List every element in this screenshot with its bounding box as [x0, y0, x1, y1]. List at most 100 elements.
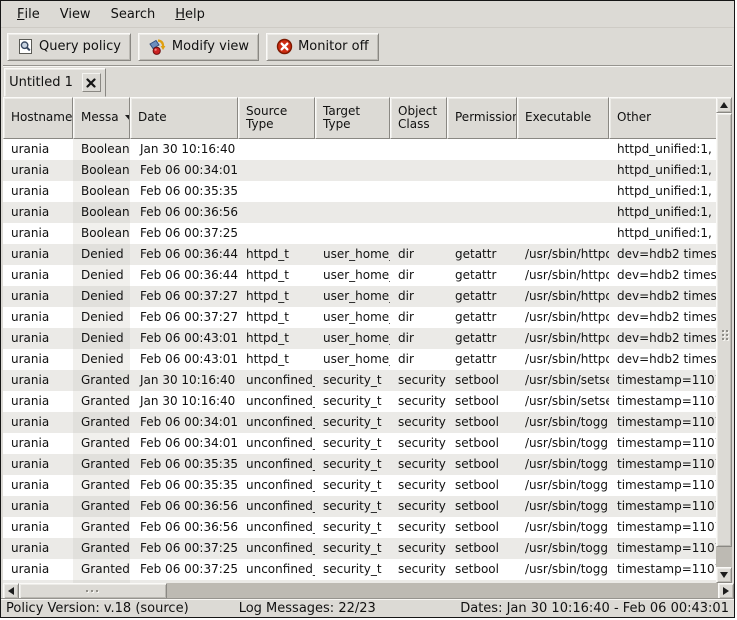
cell-hostname: urania: [3, 181, 73, 202]
cell-message: Granted: [73, 538, 130, 559]
table-row[interactable]: uraniaBooleanFeb 06 00:36:56httpd_unifie…: [3, 202, 720, 223]
app-window: FileViewSearchHelp Query policy: [0, 0, 735, 618]
close-icon: [86, 78, 96, 88]
scroll-left-button[interactable]: [3, 583, 19, 599]
cell-date: Feb 06 00:36:56: [130, 517, 238, 538]
tab-bar: Untitled 1: [1, 67, 734, 97]
cell-executable: /usr/sbin/httpd: [517, 307, 609, 328]
arrow-right-icon: [723, 587, 729, 595]
table-row[interactable]: uraniaGrantedFeb 06 00:34:01unconfined_s…: [3, 412, 720, 433]
table-row[interactable]: uraniaBooleanFeb 06 00:34:01httpd_unifie…: [3, 160, 720, 181]
column-header-message[interactable]: Messa: [73, 97, 130, 139]
column-header-object-class[interactable]: Object Class: [390, 97, 447, 139]
menu-item-help[interactable]: Help: [165, 1, 215, 27]
table-row[interactable]: uraniaGrantedJan 30 10:16:40unconfined_s…: [3, 391, 720, 412]
table-row[interactable]: uraniaDeniedFeb 06 00:37:27httpd_tuser_h…: [3, 307, 720, 328]
cell-source-type: [238, 202, 315, 223]
monitor-off-button[interactable]: Monitor off: [266, 33, 378, 61]
column-header-label: Messa: [81, 111, 119, 125]
thumb-grip-icon: [86, 590, 88, 592]
cell-other: timestamp=11076: [609, 433, 720, 454]
cell-executable: /usr/sbin/toggle: [517, 496, 609, 517]
vertical-scrollbar-thumb[interactable]: [716, 113, 732, 547]
cell-executable: /usr/sbin/httpd: [517, 328, 609, 349]
horizontal-scrollbar[interactable]: [3, 583, 734, 599]
scroll-right-button[interactable]: [718, 583, 734, 599]
cell-source-type: unconfined_: [238, 454, 315, 475]
cell-object-class: security: [390, 454, 447, 475]
table-row[interactable]: uraniaGrantedJan 30 10:16:40unconfined_s…: [3, 370, 720, 391]
tab-untitled-1[interactable]: Untitled 1: [4, 68, 106, 97]
cell-message: Granted: [73, 391, 130, 412]
cell-source-type: httpd_t: [238, 349, 315, 370]
cell-permission: setbool: [447, 475, 517, 496]
monitor-off-icon: [276, 38, 293, 55]
cell-target-type: security_t: [315, 517, 390, 538]
cell-hostname: urania: [3, 244, 73, 265]
table-row[interactable]: uraniaGrantedFeb 06 00:35:35unconfined_s…: [3, 475, 720, 496]
cell-hostname: urania: [3, 307, 73, 328]
vertical-scrollbar[interactable]: [716, 97, 732, 583]
column-header-hostname[interactable]: Hostname: [3, 97, 73, 139]
table-body: uraniaBooleanJan 30 10:16:40httpd_unifie…: [3, 139, 720, 583]
cell-target-type: user_home_: [315, 328, 390, 349]
column-header-permission[interactable]: Permission: [447, 97, 517, 139]
query-policy-button[interactable]: Query policy: [7, 33, 131, 61]
cell-object-class: security: [390, 370, 447, 391]
cell-hostname: urania: [3, 202, 73, 223]
cell-message: Boolean: [73, 160, 130, 181]
table-row[interactable]: uraniaGrantedFeb 06 00:37:25unconfined_s…: [3, 559, 720, 580]
menu-item-view[interactable]: View: [50, 1, 101, 27]
cell-target-type: security_t: [315, 475, 390, 496]
cell-executable: [517, 223, 609, 244]
tab-close-button[interactable]: [82, 73, 101, 92]
table-row[interactable]: uraniaGrantedFeb 06 00:34:01unconfined_s…: [3, 433, 720, 454]
cell-permission: [447, 202, 517, 223]
column-header-target-type[interactable]: Target Type: [315, 97, 390, 139]
cell-other: dev=hdb2 timesta: [609, 244, 720, 265]
cell-target-type: security_t: [315, 370, 390, 391]
table-row[interactable]: uraniaBooleanFeb 06 00:37:25httpd_unifie…: [3, 223, 720, 244]
cell-target-type: security_t: [315, 412, 390, 433]
modify-view-button[interactable]: Modify view: [138, 33, 259, 61]
scroll-up-button[interactable]: [716, 97, 732, 113]
column-header-label: Date: [138, 111, 167, 125]
menu-item-search[interactable]: Search: [101, 1, 166, 27]
table-row[interactable]: uraniaDeniedFeb 06 00:43:01httpd_tuser_h…: [3, 349, 720, 370]
table-row[interactable]: uraniaDeniedFeb 06 00:36:44httpd_tuser_h…: [3, 265, 720, 286]
table-row[interactable]: uraniaGrantedFeb 06 00:35:35unconfined_s…: [3, 454, 720, 475]
cell-target-type: [315, 202, 390, 223]
table-row[interactable]: uraniaDeniedFeb 06 00:36:44httpd_tuser_h…: [3, 244, 720, 265]
status-bar: Policy Version: v.18 (source) Log Messag…: [1, 598, 734, 617]
scroll-down-button[interactable]: [716, 567, 732, 583]
cell-source-type: unconfined_: [238, 391, 315, 412]
column-header-date[interactable]: Date: [130, 97, 238, 139]
cell-message: Granted: [73, 454, 130, 475]
cell-executable: /usr/sbin/httpd: [517, 286, 609, 307]
cell-object-class: dir: [390, 265, 447, 286]
table-row[interactable]: uraniaDeniedFeb 06 00:43:01httpd_tuser_h…: [3, 328, 720, 349]
column-header-executable[interactable]: Executable: [517, 97, 609, 139]
table-row[interactable]: uraniaBooleanFeb 06 00:35:35httpd_unifie…: [3, 181, 720, 202]
cell-executable: /usr/sbin/toggle: [517, 475, 609, 496]
menu-item-file[interactable]: File: [7, 1, 50, 27]
table-row[interactable]: uraniaGrantedFeb 06 00:36:56unconfined_s…: [3, 496, 720, 517]
cell-object-class: security: [390, 475, 447, 496]
table-row[interactable]: uraniaGrantedFeb 06 00:37:25unconfined_s…: [3, 538, 720, 559]
cell-date: Jan 30 10:16:40: [130, 370, 238, 391]
cell-permission: setbool: [447, 496, 517, 517]
cell-object-class: [390, 160, 447, 181]
cell-other: dev=hdb2 timesta: [609, 349, 720, 370]
table-row[interactable]: uraniaDeniedFeb 06 00:37:27httpd_tuser_h…: [3, 286, 720, 307]
table-row[interactable]: uraniaBooleanJan 30 10:16:40httpd_unifie…: [3, 139, 720, 160]
cell-permission: setbool: [447, 412, 517, 433]
column-header-label: Object Class: [398, 105, 443, 132]
column-header-source-type[interactable]: Source Type: [238, 97, 315, 139]
horizontal-scrollbar-thumb[interactable]: [19, 583, 167, 599]
cell-permission: getattr: [447, 307, 517, 328]
cell-source-type: unconfined_: [238, 517, 315, 538]
cell-other: timestamp=11076: [609, 559, 720, 580]
column-header-other[interactable]: Other: [609, 97, 720, 139]
cell-target-type: security_t: [315, 454, 390, 475]
table-row[interactable]: uraniaGrantedFeb 06 00:36:56unconfined_s…: [3, 517, 720, 538]
